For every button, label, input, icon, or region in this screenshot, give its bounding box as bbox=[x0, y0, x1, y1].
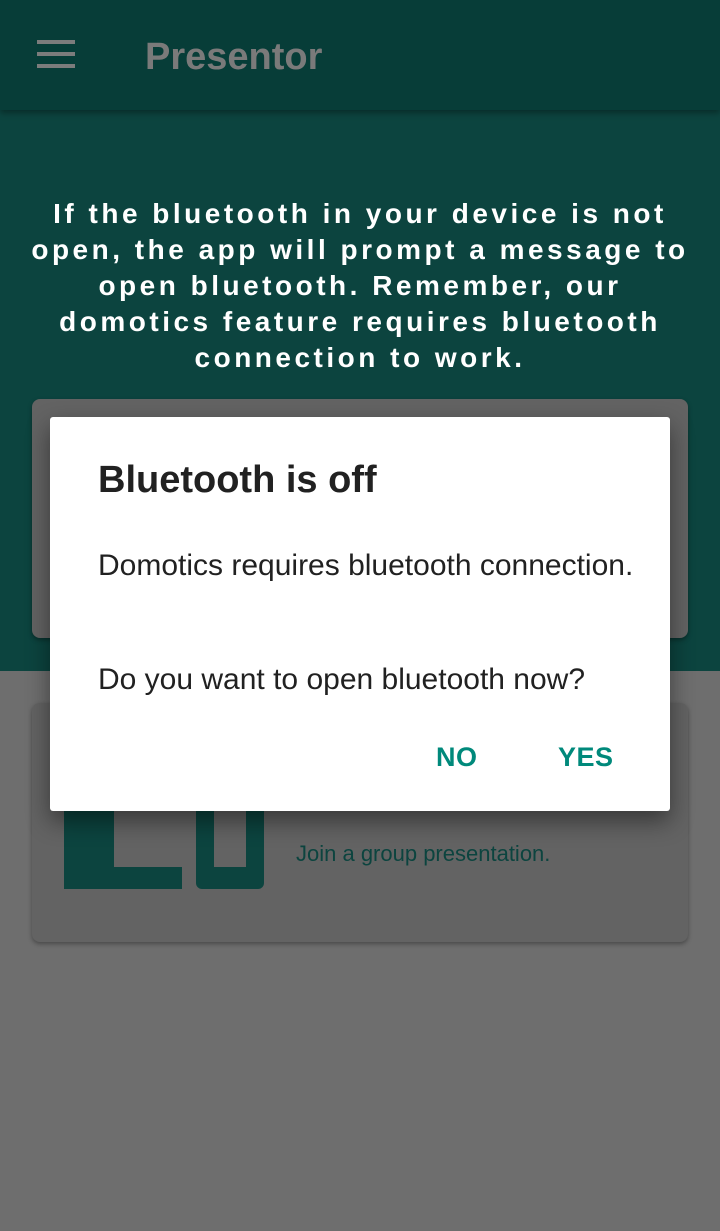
join-card-subtitle: Join a group presentation. bbox=[296, 841, 551, 866]
no-button[interactable]: NO bbox=[434, 739, 480, 779]
app-title: Presentor bbox=[145, 36, 323, 78]
hamburger-menu-icon[interactable] bbox=[37, 40, 75, 70]
dialog-question: Do you want to open bluetooth now? bbox=[98, 663, 586, 696]
dialog-message: Domotics requires bluetooth connection. bbox=[98, 549, 634, 582]
hero-info-text: If the bluetooth in your device is not o… bbox=[31, 198, 689, 373]
app-bar: Presentor bbox=[0, 0, 720, 110]
yes-button[interactable]: YES bbox=[556, 739, 616, 779]
bluetooth-dialog: Bluetooth is off Domotics requires bluet… bbox=[50, 417, 670, 811]
dialog-title: Bluetooth is off bbox=[98, 459, 377, 501]
